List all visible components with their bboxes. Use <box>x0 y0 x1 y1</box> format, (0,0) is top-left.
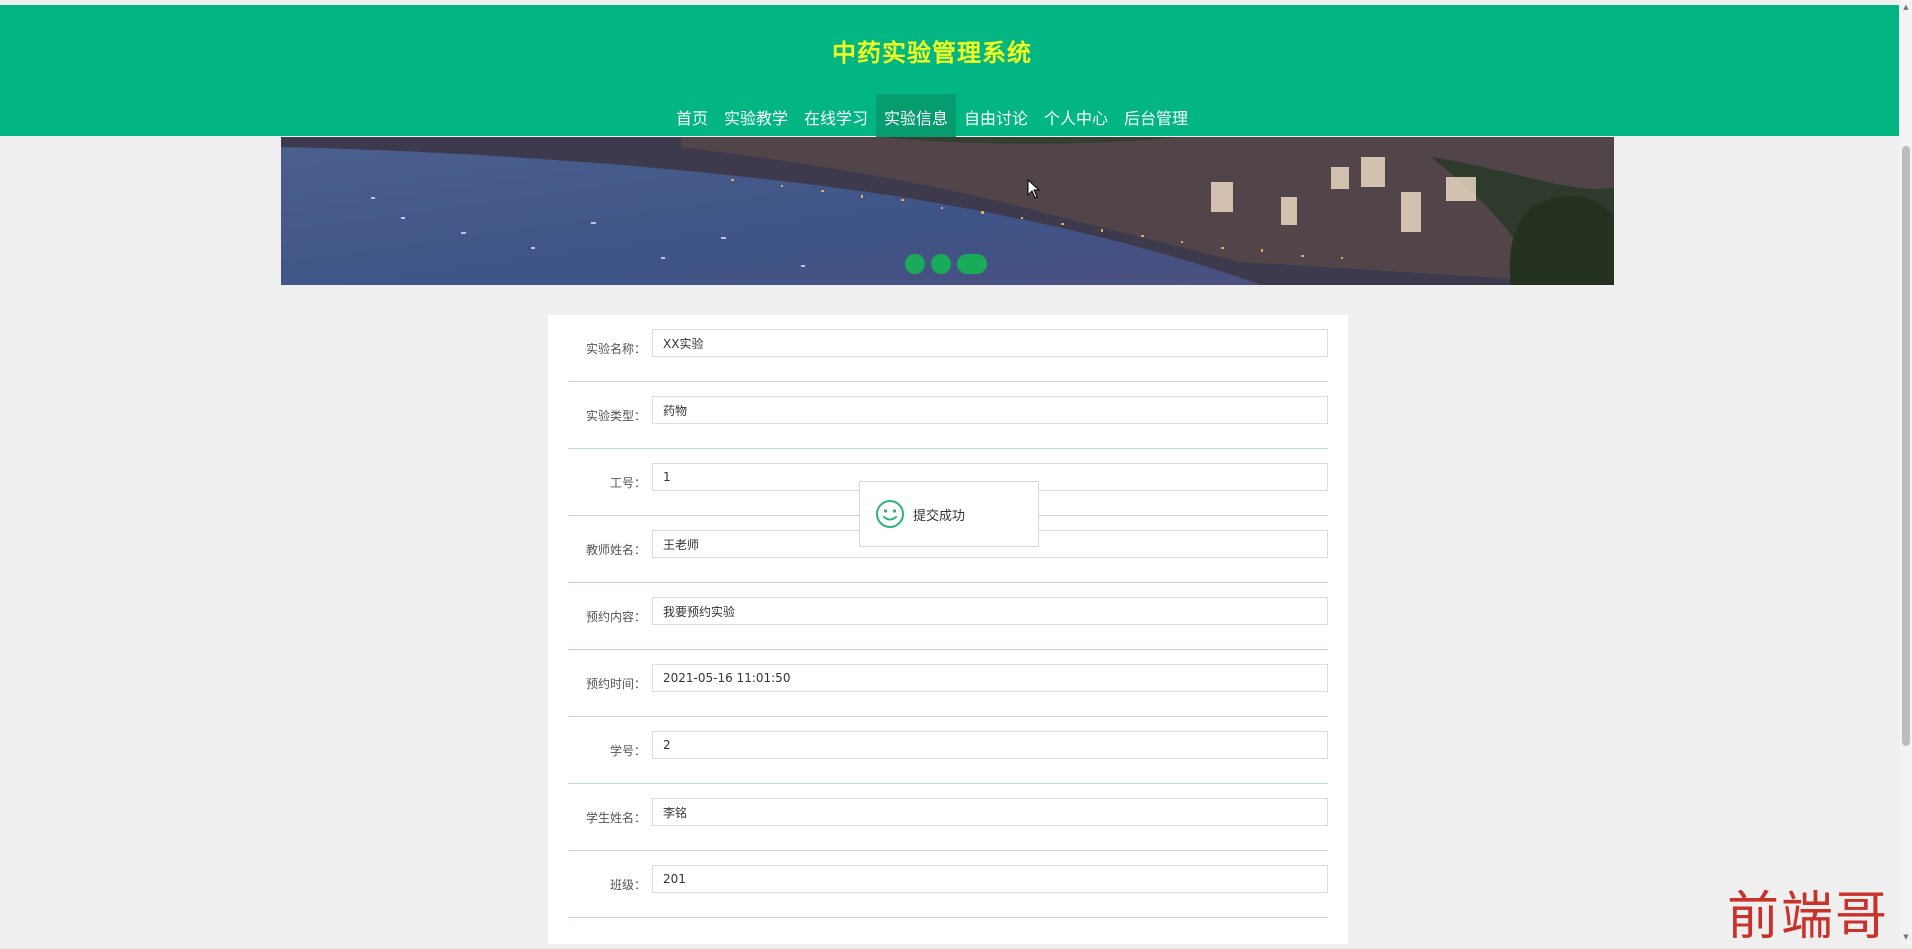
success-toast: 提交成功 <box>859 481 1039 547</box>
carousel-dot[interactable] <box>905 254 925 274</box>
site-header: 中药实验管理系统 首页 实验教学 在线学习 实验信息 自由讨论 个人中心 后台管… <box>0 5 1899 139</box>
field-label: 工号： <box>609 475 646 490</box>
form-row-experiment-type: 实验类型： <box>568 382 1328 449</box>
carousel-dots <box>905 254 987 274</box>
form-row-student-name: 学生姓名： <box>568 784 1328 851</box>
nav-item-home[interactable]: 首页 <box>668 94 716 139</box>
field-label: 学号： <box>609 743 646 758</box>
form-row-experiment-name: 实验名称： <box>568 315 1328 382</box>
scroll-up-arrow-icon[interactable]: ▲ <box>1900 0 1912 14</box>
nav-item-free-discussion[interactable]: 自由讨论 <box>956 94 1036 139</box>
field-label: 预约时间： <box>585 676 646 691</box>
booking-content-field[interactable] <box>652 597 1328 625</box>
nav-item-personal-center[interactable]: 个人中心 <box>1036 94 1116 139</box>
form-row-booking-time: 预约时间： <box>568 650 1328 717</box>
nav-item-online-learning[interactable]: 在线学习 <box>796 94 876 139</box>
experiment-form: 实验名称： 实验类型： 工号： 教师姓名： 预约内容： 预约时间： 学号： 学生… <box>548 315 1348 944</box>
banner-carousel[interactable] <box>281 137 1614 285</box>
field-label: 预约内容： <box>585 609 646 624</box>
student-name-field[interactable] <box>652 798 1328 826</box>
mouse-cursor-icon <box>1027 179 1041 199</box>
watermark: 前端哥 <box>1727 887 1890 947</box>
form-row-student-id: 学号： <box>568 717 1328 784</box>
field-label: 学生姓名： <box>585 810 646 825</box>
carousel-dot[interactable] <box>931 254 951 274</box>
field-label: 实验名称： <box>585 341 646 356</box>
field-label: 实验类型： <box>585 408 646 423</box>
main-nav: 首页 实验教学 在线学习 实验信息 自由讨论 个人中心 后台管理 <box>0 94 1864 139</box>
experiment-type-field[interactable] <box>652 396 1328 424</box>
scroll-down-arrow-icon[interactable]: ▼ <box>1900 930 1912 944</box>
experiment-name-field[interactable] <box>652 329 1328 357</box>
class-field[interactable] <box>652 865 1328 893</box>
form-row-class: 班级： <box>568 851 1328 918</box>
scrollbar-thumb[interactable] <box>1902 146 1910 746</box>
field-label: 班级： <box>609 877 646 892</box>
nav-item-experiment-teaching[interactable]: 实验教学 <box>716 94 796 139</box>
smile-icon <box>876 500 904 528</box>
site-title: 中药实验管理系统 <box>832 39 1032 67</box>
nav-item-admin[interactable]: 后台管理 <box>1116 94 1196 139</box>
form-row-booking-content: 预约内容： <box>568 583 1328 650</box>
field-label: 教师姓名： <box>585 542 646 557</box>
booking-time-field[interactable] <box>652 664 1328 692</box>
carousel-dot-active[interactable] <box>957 254 987 274</box>
nav-item-experiment-info[interactable]: 实验信息 <box>875 94 956 139</box>
vertical-scrollbar[interactable]: ▲ ▼ <box>1900 0 1912 944</box>
student-id-field[interactable] <box>652 731 1328 759</box>
toast-message: 提交成功 <box>913 508 966 524</box>
